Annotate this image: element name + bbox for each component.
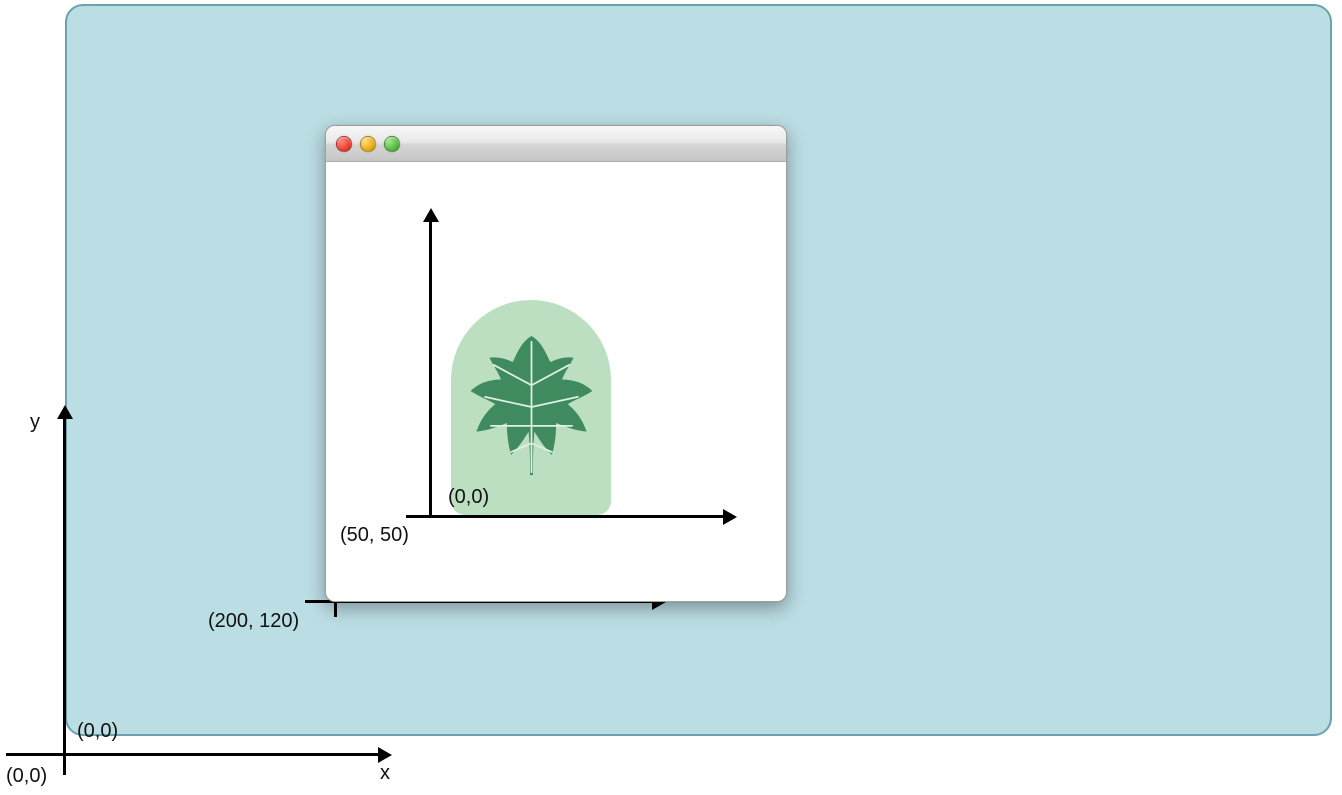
view-y-axis-arrow-icon [423, 208, 439, 222]
zoom-icon[interactable] [384, 136, 400, 152]
window-titlebar[interactable] [326, 126, 786, 162]
view-origin-inside-label: (0,0) [448, 486, 489, 509]
outer-origin-label: (0,0) [6, 765, 47, 788]
window-origin-screen-coords-label: (200, 120) [208, 610, 299, 633]
app-window: (0,0) (50, 50) [325, 125, 787, 602]
screen-x-axis [6, 753, 381, 756]
close-icon[interactable] [336, 136, 352, 152]
window-content: (0,0) (50, 50) [326, 162, 786, 601]
screen-y-axis [63, 415, 66, 775]
screen-origin-label: (0,0) [77, 720, 118, 743]
screen-x-axis-arrow-icon [378, 747, 392, 763]
diagram-stage: y x (0,0) (0,0) (0,0) (200, 120) [0, 0, 1342, 795]
view-origin-window-coords-label: (50, 50) [340, 524, 409, 547]
screen-y-axis-arrow-icon [57, 405, 73, 419]
view-x-axis-arrow-icon [723, 509, 737, 525]
leaf-icon [459, 322, 604, 492]
screen-y-axis-label: y [30, 411, 40, 434]
screen-x-axis-label: x [380, 762, 390, 785]
view-x-axis [406, 515, 726, 518]
view-y-axis [429, 218, 432, 518]
minimize-icon[interactable] [360, 136, 376, 152]
